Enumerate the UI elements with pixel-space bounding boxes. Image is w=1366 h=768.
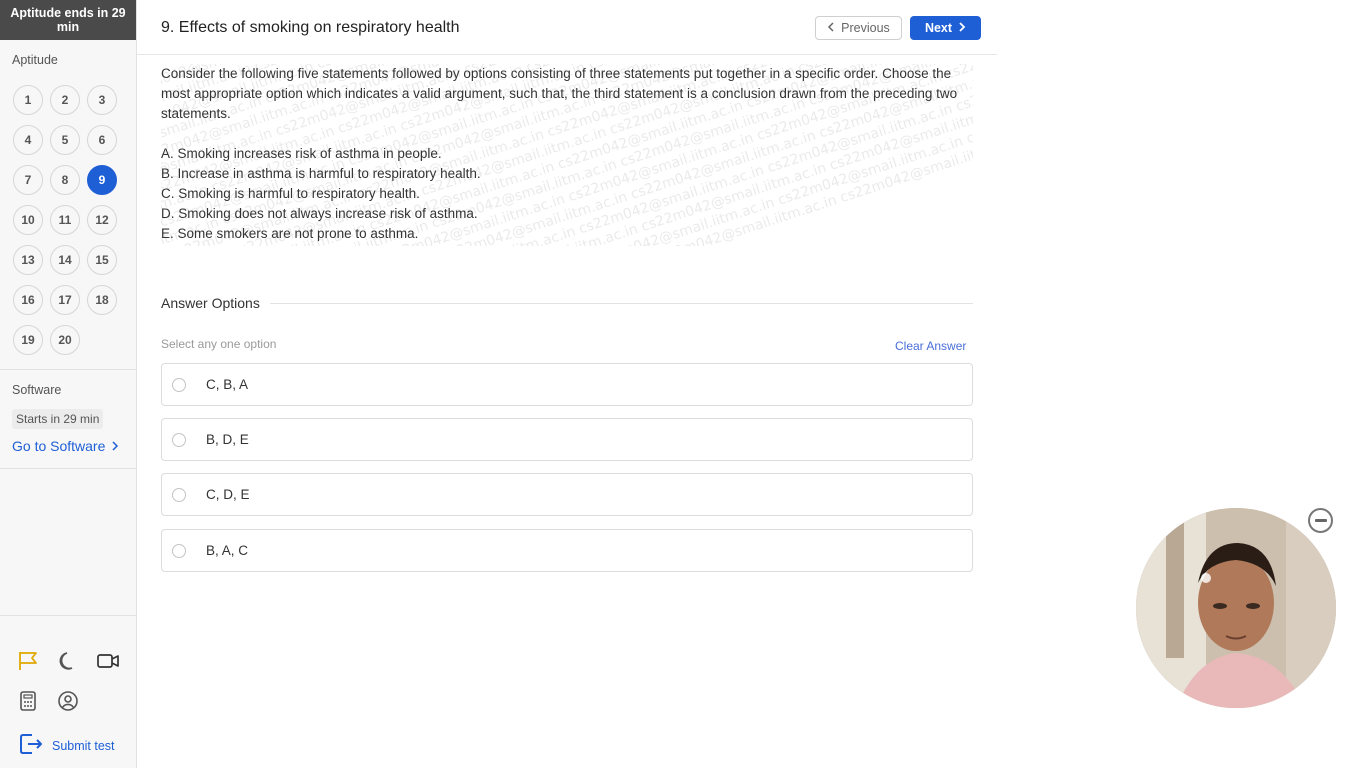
radio-button[interactable]: [172, 487, 186, 502]
question-button-1[interactable]: 1: [13, 85, 43, 115]
moon-icon[interactable]: [56, 649, 80, 673]
question-button-8[interactable]: 8: [50, 165, 80, 195]
question-button-10[interactable]: 10: [13, 205, 43, 235]
question-body: cs22m042@smail.iitm.ac.in cs22m042@smail…: [161, 64, 973, 246]
question-button-13[interactable]: 13: [13, 245, 43, 275]
answer-options-heading: Answer Options: [161, 295, 260, 311]
submit-test-button[interactable]: Submit test: [18, 732, 115, 759]
statement-c: C. Smoking is harmful to respiratory hea…: [161, 186, 420, 201]
question-button-3[interactable]: 3: [87, 85, 117, 115]
select-hint: Select any one option: [161, 337, 277, 351]
question-button-9-current[interactable]: 9: [87, 165, 117, 195]
option-label: C, D, E: [206, 487, 250, 502]
question-button-17[interactable]: 17: [50, 285, 80, 315]
question-button-7[interactable]: 7: [13, 165, 43, 195]
video-camera-icon[interactable]: [96, 649, 120, 673]
sidebar-divider: [0, 468, 136, 469]
option-label: C, B, A: [206, 377, 249, 392]
question-intro: Consider the following five statements f…: [161, 66, 958, 121]
statement-a: A. Smoking increases risk of asthma in p…: [161, 146, 442, 161]
webcam-preview: [1136, 508, 1336, 708]
submit-test-label: Submit test: [52, 738, 115, 753]
chevron-right-icon: [958, 21, 966, 35]
question-button-14[interactable]: 14: [50, 245, 80, 275]
statement-b: B. Increase in asthma is harmful to resp…: [161, 166, 481, 181]
question-button-2[interactable]: 2: [50, 85, 80, 115]
software-starts-badge: Starts in 29 min: [12, 409, 104, 429]
question-text: Consider the following five statements f…: [161, 64, 973, 244]
answer-option-3[interactable]: C, D, E: [161, 473, 973, 516]
previous-label: Previous: [841, 21, 890, 35]
question-title: 9. Effects of smoking on respiratory hea…: [161, 19, 460, 36]
clear-answer-button[interactable]: Clear Answer: [895, 339, 966, 353]
minus-icon: [1314, 519, 1327, 522]
calculator-icon[interactable]: [16, 689, 40, 713]
answer-option-4[interactable]: B, A, C: [161, 529, 973, 572]
flag-icon[interactable]: [16, 649, 40, 673]
question-button-19[interactable]: 19: [13, 325, 43, 355]
chevron-left-icon: [827, 21, 835, 35]
question-button-16[interactable]: 16: [13, 285, 43, 315]
question-button-20[interactable]: 20: [50, 325, 80, 355]
sidebar-divider: [0, 369, 136, 370]
option-label: B, A, C: [206, 543, 249, 558]
question-button-18[interactable]: 18: [87, 285, 117, 315]
answer-options-header: Answer Options: [161, 295, 973, 311]
next-button[interactable]: Next: [910, 16, 981, 40]
divider: [269, 302, 973, 304]
answer-option-1[interactable]: C, B, A: [161, 363, 973, 406]
go-to-software-link[interactable]: Go to Software: [12, 438, 136, 454]
radio-button[interactable]: [172, 543, 186, 558]
next-label: Next: [924, 21, 953, 35]
go-to-software-label: Go to Software: [12, 438, 106, 454]
question-button-4[interactable]: 4: [13, 125, 43, 155]
question-navigator: 1 2 3 4 5 6 7 8 9 10 11 12 13 14 15 16 1…: [0, 85, 136, 355]
statement-d: D. Smoking does not always increase risk…: [161, 206, 478, 221]
sidebar-tools: Submit test: [0, 615, 136, 768]
question-button-6[interactable]: 6: [87, 125, 117, 155]
software-section-label: Software: [12, 383, 62, 397]
aptitude-section-label: Aptitude: [12, 53, 58, 67]
statement-e: E. Some smokers are not prone to asthma.: [161, 226, 419, 241]
main-content: 9. Effects of smoking on respiratory hea…: [137, 0, 997, 768]
radio-button[interactable]: [172, 432, 186, 447]
section-timer: Aptitude ends in 29 min: [0, 0, 136, 40]
radio-button[interactable]: [172, 377, 186, 392]
sidebar: Aptitude ends in 29 min Aptitude 1 2 3 4…: [0, 0, 137, 768]
chevron-right-icon: [111, 438, 119, 454]
question-button-5[interactable]: 5: [50, 125, 80, 155]
question-button-11[interactable]: 11: [50, 205, 80, 235]
question-button-12[interactable]: 12: [87, 205, 117, 235]
question-header: 9. Effects of smoking on respiratory hea…: [137, 0, 997, 55]
user-circle-icon[interactable]: [56, 689, 80, 713]
webcam-feed-image: [1136, 508, 1336, 708]
logout-icon: [18, 732, 44, 759]
question-button-15[interactable]: 15: [87, 245, 117, 275]
option-label: B, D, E: [206, 432, 249, 447]
minimize-webcam-button[interactable]: [1308, 508, 1333, 533]
answer-option-2[interactable]: B, D, E: [161, 418, 973, 461]
previous-button[interactable]: Previous: [815, 16, 902, 40]
